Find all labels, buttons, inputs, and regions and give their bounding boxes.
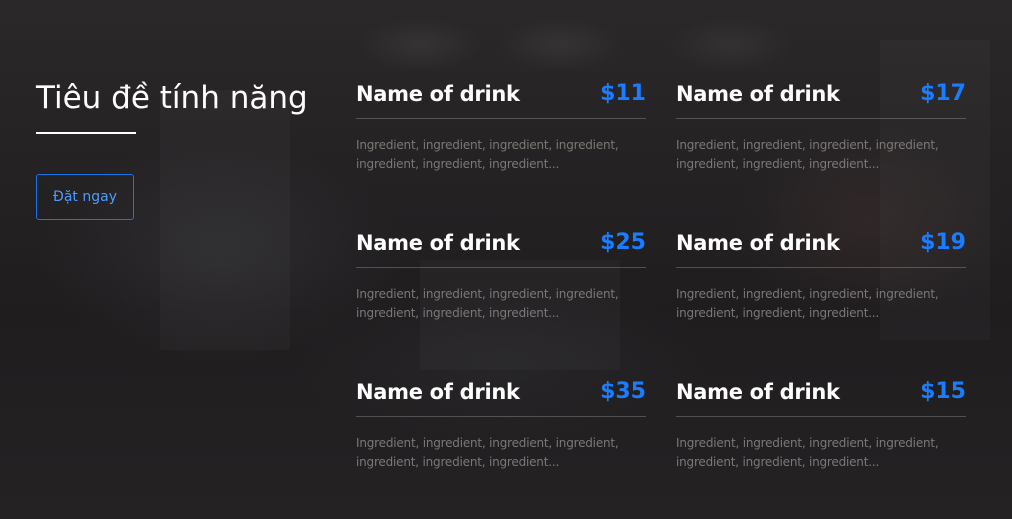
title-underline bbox=[36, 132, 136, 134]
drink-name: Name of drink bbox=[356, 82, 520, 106]
feature-block: Tiêu đề tính năng Đặt ngay bbox=[36, 78, 308, 220]
drink-ingredients: Ingredient, ingredient, ingredient, ingr… bbox=[356, 138, 619, 171]
feature-title: Tiêu đề tính năng bbox=[36, 80, 308, 116]
menu-item: Name of drink $35 Ingredient, ingredient… bbox=[356, 372, 646, 519]
drink-price: $19 bbox=[920, 230, 966, 255]
menu-item: Name of drink $17 Ingredient, ingredient… bbox=[676, 74, 966, 223]
menu-item-header: Name of drink $19 bbox=[676, 223, 966, 268]
drink-ingredients: Ingredient, ingredient, ingredient, ingr… bbox=[676, 436, 939, 469]
menu-item: Name of drink $15 Ingredient, ingredient… bbox=[676, 372, 966, 519]
menu-item-header: Name of drink $11 bbox=[356, 74, 646, 119]
drink-price: $25 bbox=[600, 230, 646, 255]
drink-name: Name of drink bbox=[676, 82, 840, 106]
drink-price: $15 bbox=[920, 379, 966, 404]
drink-ingredients: Ingredient, ingredient, ingredient, ingr… bbox=[356, 287, 619, 320]
drink-ingredients: Ingredient, ingredient, ingredient, ingr… bbox=[676, 138, 939, 171]
drink-name: Name of drink bbox=[356, 231, 520, 255]
menu-item-header: Name of drink $35 bbox=[356, 372, 646, 417]
menu-item-header: Name of drink $25 bbox=[356, 223, 646, 268]
drink-name: Name of drink bbox=[676, 380, 840, 404]
drink-name: Name of drink bbox=[356, 380, 520, 404]
drink-price: $17 bbox=[920, 81, 966, 106]
drink-ingredients: Ingredient, ingredient, ingredient, ingr… bbox=[676, 287, 939, 320]
drink-ingredients: Ingredient, ingredient, ingredient, ingr… bbox=[356, 436, 619, 469]
menu-item-header: Name of drink $15 bbox=[676, 372, 966, 417]
menu-section: Tiêu đề tính năng Đặt ngay Name of drink… bbox=[0, 0, 1012, 519]
order-now-button[interactable]: Đặt ngay bbox=[36, 174, 134, 220]
menu-item: Name of drink $25 Ingredient, ingredient… bbox=[356, 223, 646, 372]
menu-item: Name of drink $19 Ingredient, ingredient… bbox=[676, 223, 966, 372]
menu-item: Name of drink $11 Ingredient, ingredient… bbox=[356, 74, 646, 223]
drink-menu-grid: Name of drink $11 Ingredient, ingredient… bbox=[356, 74, 966, 519]
drink-price: $11 bbox=[600, 81, 646, 106]
drink-price: $35 bbox=[600, 379, 646, 404]
drink-name: Name of drink bbox=[676, 231, 840, 255]
menu-item-header: Name of drink $17 bbox=[676, 74, 966, 119]
